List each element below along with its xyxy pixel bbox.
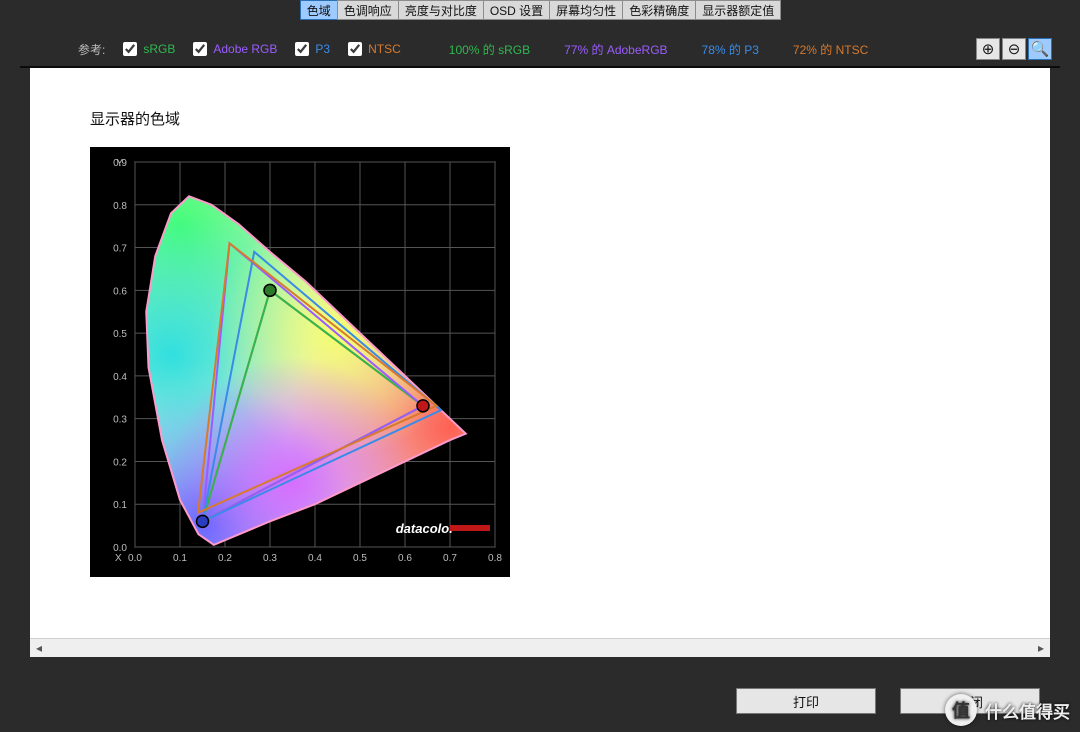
gamut-chart-svg: 0.00.10.20.30.40.50.60.70.80.00.10.20.30… bbox=[90, 147, 510, 577]
svg-text:0.2: 0.2 bbox=[218, 553, 232, 564]
coverage-ntsc: 72% 的 NTSC bbox=[793, 41, 868, 58]
svg-text:0.7: 0.7 bbox=[113, 244, 127, 255]
tab-bar: 色域色调响应亮度与对比度OSD 设置屏幕均匀性色彩精确度显示器额定值 bbox=[0, 0, 1080, 22]
coverage-adobergb: 77% 的 AdobeRGB bbox=[564, 41, 667, 58]
zoom-fit-icon: 🔍 bbox=[1031, 40, 1050, 58]
svg-text:0.4: 0.4 bbox=[113, 372, 127, 383]
ref-checkbox-ntsc[interactable]: NTSC bbox=[348, 42, 401, 56]
chart-title: 显示器的色域 bbox=[90, 108, 990, 129]
svg-text:0.8: 0.8 bbox=[488, 553, 502, 564]
svg-text:0.8: 0.8 bbox=[113, 201, 127, 212]
ref-checkbox-ntsc-input[interactable] bbox=[348, 42, 362, 56]
gamut-chart: 0.00.10.20.30.40.50.60.70.80.00.10.20.30… bbox=[90, 147, 510, 577]
tab-gamut[interactable]: 色域 bbox=[300, 0, 338, 20]
zoom-out-button[interactable]: ⊖ bbox=[1002, 38, 1026, 60]
ref-checkbox-adobergb[interactable]: Adobe RGB bbox=[193, 42, 277, 56]
ref-checkbox-adobergb-label: Adobe RGB bbox=[213, 42, 277, 56]
tab-rating[interactable]: 显示器额定值 bbox=[695, 0, 781, 20]
scroll-left-icon[interactable]: ◂ bbox=[30, 639, 48, 657]
ref-checkbox-adobergb-input[interactable] bbox=[193, 42, 207, 56]
horizontal-scrollbar[interactable]: ◂ ▸ bbox=[30, 638, 1050, 657]
ref-checkbox-srgb[interactable]: sRGB bbox=[123, 42, 175, 56]
bottom-bar: 打印 关闭 bbox=[0, 686, 1080, 716]
tab-accuracy[interactable]: 色彩精确度 bbox=[622, 0, 696, 20]
ref-checkbox-p3[interactable]: P3 bbox=[295, 42, 330, 56]
ref-checkbox-srgb-label: sRGB bbox=[143, 42, 175, 56]
svg-text:0.6: 0.6 bbox=[398, 553, 412, 564]
zoom-out-icon: ⊖ bbox=[1008, 40, 1021, 58]
coverage-p3: 78% 的 P3 bbox=[702, 41, 759, 58]
quit-button[interactable]: 关闭 bbox=[900, 688, 1040, 714]
svg-text:0.1: 0.1 bbox=[113, 500, 127, 511]
reference-toolbar: 参考: sRGB Adobe RGB P3 NTSC 100% 的 sRGB 7… bbox=[20, 32, 1060, 68]
tab-uniformity[interactable]: 屏幕均匀性 bbox=[549, 0, 623, 20]
scroll-right-icon[interactable]: ▸ bbox=[1032, 639, 1050, 657]
svg-text:0.4: 0.4 bbox=[308, 553, 322, 564]
svg-text:datacolor: datacolor bbox=[396, 521, 455, 536]
coverage-srgb: 100% 的 sRGB bbox=[449, 41, 530, 58]
zoom-in-icon: ⊕ bbox=[982, 40, 995, 58]
svg-text:0.7: 0.7 bbox=[443, 553, 457, 564]
ref-checkbox-srgb-input[interactable] bbox=[123, 42, 137, 56]
tab-osd[interactable]: OSD 设置 bbox=[483, 0, 550, 20]
zoom-tools: ⊕ ⊖ 🔍 bbox=[976, 38, 1052, 60]
svg-text:0.0: 0.0 bbox=[128, 553, 142, 564]
svg-text:0.3: 0.3 bbox=[263, 553, 277, 564]
content-panel: 显示器的色域 0.00.10.20.30.40.50.60.70.80.00.1… bbox=[30, 68, 1050, 657]
zoom-in-button[interactable]: ⊕ bbox=[976, 38, 1000, 60]
svg-text:0.6: 0.6 bbox=[113, 286, 127, 297]
svg-text:0.5: 0.5 bbox=[353, 553, 367, 564]
svg-text:Y: Y bbox=[116, 158, 123, 169]
tab-tone[interactable]: 色调响应 bbox=[337, 0, 399, 20]
reference-label: 参考: bbox=[78, 41, 105, 58]
svg-text:0.1: 0.1 bbox=[173, 553, 187, 564]
ref-checkbox-p3-input[interactable] bbox=[295, 42, 309, 56]
svg-text:0.3: 0.3 bbox=[113, 415, 127, 426]
tab-luminance[interactable]: 亮度与对比度 bbox=[398, 0, 484, 20]
svg-text:X: X bbox=[115, 553, 122, 564]
ref-checkbox-p3-label: P3 bbox=[315, 42, 330, 56]
print-button[interactable]: 打印 bbox=[736, 688, 876, 714]
svg-text:0.5: 0.5 bbox=[113, 329, 127, 340]
zoom-fit-button[interactable]: 🔍 bbox=[1028, 38, 1052, 60]
svg-text:0.2: 0.2 bbox=[113, 457, 127, 468]
ref-checkbox-ntsc-label: NTSC bbox=[368, 42, 401, 56]
